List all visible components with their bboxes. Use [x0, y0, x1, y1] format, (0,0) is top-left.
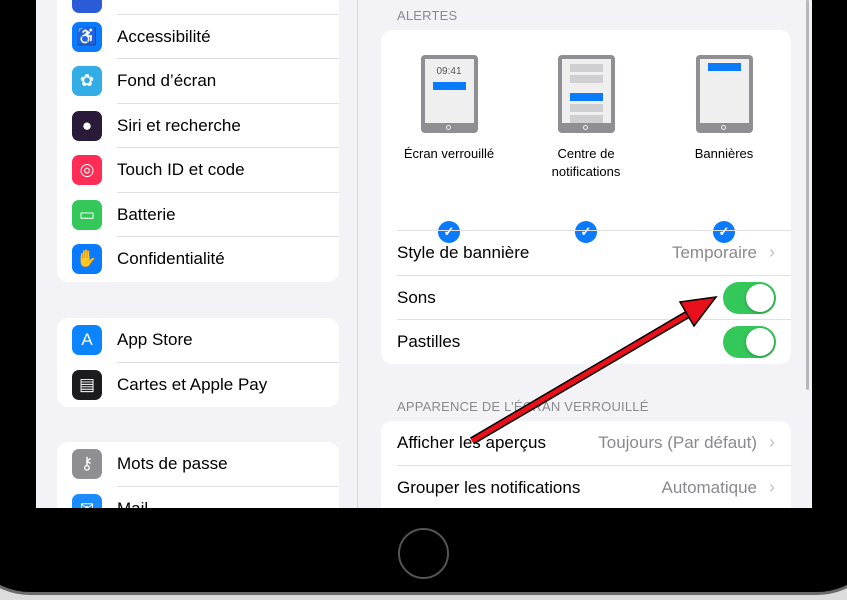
- arrow-shaft: [470, 310, 692, 444]
- arrow-head: [678, 296, 718, 328]
- annotation-arrow: [469, 296, 718, 445]
